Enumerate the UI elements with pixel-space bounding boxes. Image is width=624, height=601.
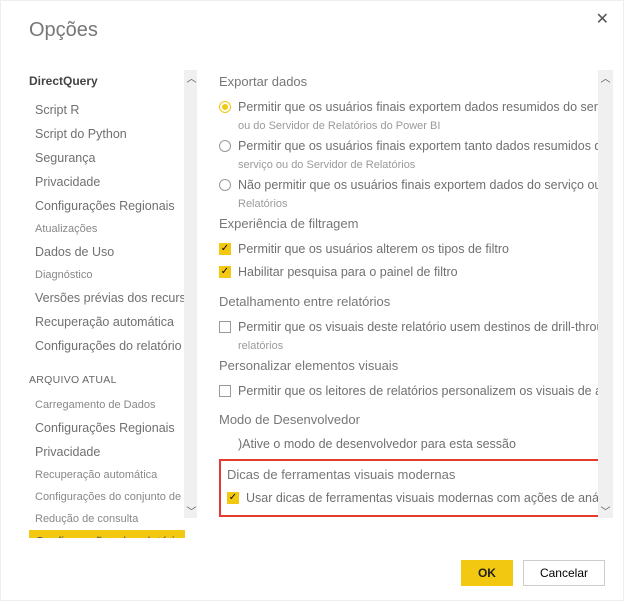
section-filter-experience: Experiência de filtragem: [219, 216, 613, 231]
sidebar-item-security[interactable]: Segurança: [29, 146, 185, 170]
content-pane: ︿ ﹀ Exportar dados Permitir que os usuár…: [197, 68, 613, 538]
dialog-title: Opções: [29, 19, 613, 42]
checkbox-icon[interactable]: ✓: [227, 492, 239, 504]
check-label: Permitir que os leitores de relatórios p…: [238, 383, 613, 400]
cancel-button[interactable]: Cancelar: [523, 560, 605, 586]
check-filter-types[interactable]: ✓ Permitir que os usuários alterem os ti…: [219, 241, 613, 258]
radio-export-both[interactable]: Permitir que os usuários finais exportem…: [219, 138, 613, 155]
checkbox-icon[interactable]: ✓: [219, 266, 231, 278]
dialog-footer: OK Cancelar: [461, 560, 605, 586]
radio-export-none[interactable]: Não permitir que os usuários finais expo…: [219, 177, 613, 194]
section-export-data: Exportar dados: [219, 74, 613, 89]
sidebar-item-script-r[interactable]: Script R: [29, 98, 185, 122]
scroll-up-icon[interactable]: ︿: [598, 70, 613, 85]
radio-icon[interactable]: [219, 101, 231, 113]
sidebar-group-current-file: ARQUIVO ATUAL: [29, 374, 185, 386]
check-filter-search[interactable]: ✓ Habilitar pesquisa para o painel de fi…: [219, 264, 613, 281]
sidebar-item-auto-recovery-file[interactable]: Recuperação automática: [29, 464, 185, 486]
sidebar-item-regional-file[interactable]: Configurações Regionais: [29, 416, 185, 440]
radio-label: Permitir que os usuários finais exportem…: [238, 99, 613, 116]
radio-label: Permitir que os usuários finais exportem…: [238, 138, 613, 155]
sidebar-item-privacy-file[interactable]: Privacidade: [29, 440, 185, 464]
radio-icon[interactable]: [219, 140, 231, 152]
dialog-body: ︿ ﹀ DirectQuery Script R Script do Pytho…: [29, 68, 613, 538]
radio-subtext: Relatórios: [219, 198, 613, 210]
sidebar-item-updates[interactable]: Atualizações: [29, 218, 185, 240]
developer-mode-text: )Ative o modo de desenvolvedor para esta…: [219, 437, 613, 451]
sidebar-item-dataset-config[interactable]: Configurações do conjunto de dados publi…: [29, 486, 185, 508]
check-label: Habilitar pesquisa para o painel de filt…: [238, 264, 458, 281]
radio-subtext: ou do Servidor de Relatórios do Power BI: [219, 120, 613, 132]
checkbox-icon[interactable]: [219, 385, 231, 397]
radio-subtext: serviço ou do Servidor de Relatórios: [219, 159, 613, 171]
sidebar-item-diagnostics[interactable]: Diagnóstico: [29, 264, 185, 286]
sidebar-item-preview-features[interactable]: Versões prévias dos recursos: [29, 286, 185, 310]
highlighted-section: Dicas de ferramentas visuais modernas ✓ …: [219, 459, 613, 517]
sidebar: ︿ ﹀ DirectQuery Script R Script do Pytho…: [29, 68, 197, 538]
section-developer-mode: Modo de Desenvolvedor: [219, 412, 613, 427]
options-dialog: ✕ Opções ︿ ﹀ DirectQuery Script R Script…: [0, 0, 624, 601]
sidebar-item-report-settings[interactable]: Configurações do relatório: [29, 334, 185, 358]
ok-button[interactable]: OK: [461, 560, 513, 586]
section-personalize-visuals: Personalizar elementos visuais: [219, 358, 613, 373]
sidebar-item-query-reduction[interactable]: Redução de consulta: [29, 508, 185, 530]
check-subtext: relatórios: [219, 340, 613, 352]
section-cross-report-drill: Detalhamento entre relatórios: [219, 294, 613, 309]
check-personalize[interactable]: Permitir que os leitores de relatórios p…: [219, 383, 613, 400]
check-label: Permitir que os usuários alterem os tipo…: [238, 241, 509, 258]
sidebar-item-usage-data[interactable]: Dados de Uso: [29, 240, 185, 264]
check-label: Usar dicas de ferramentas visuais modern…: [246, 490, 613, 507]
scroll-down-icon[interactable]: ﹀: [598, 503, 613, 518]
sidebar-item-regional[interactable]: Configurações Regionais: [29, 194, 185, 218]
content-scrollbar[interactable]: ︿ ﹀: [598, 70, 613, 518]
sidebar-item-report-settings-file[interactable]: Configurações do relatório: [29, 530, 185, 538]
sidebar-item-data-load[interactable]: Carregamento de Dados: [29, 394, 185, 416]
close-icon[interactable]: ✕: [596, 9, 609, 29]
scroll-down-icon[interactable]: ﹀: [184, 503, 197, 518]
radio-export-summarized[interactable]: Permitir que os usuários finais exportem…: [219, 99, 613, 116]
check-label: Permitir que os visuais deste relatório …: [238, 319, 613, 336]
sidebar-scrollbar[interactable]: ︿ ﹀: [184, 70, 197, 518]
sidebar-group-global: DirectQuery: [29, 74, 185, 88]
section-modern-tooltips: Dicas de ferramentas visuais modernas: [227, 467, 605, 482]
scroll-up-icon[interactable]: ︿: [184, 70, 197, 85]
checkbox-icon[interactable]: ✓: [219, 243, 231, 255]
sidebar-item-auto-recovery[interactable]: Recuperação automática: [29, 310, 185, 334]
sidebar-item-privacy[interactable]: Privacidade: [29, 170, 185, 194]
check-drillthrough[interactable]: Permitir que os visuais deste relatório …: [219, 319, 613, 336]
check-modern-tooltips[interactable]: ✓ Usar dicas de ferramentas visuais mode…: [227, 490, 605, 507]
radio-icon[interactable]: [219, 179, 231, 191]
radio-label: Não permitir que os usuários finais expo…: [238, 177, 613, 194]
checkbox-icon[interactable]: [219, 321, 231, 333]
sidebar-item-script-python[interactable]: Script do Python: [29, 122, 185, 146]
